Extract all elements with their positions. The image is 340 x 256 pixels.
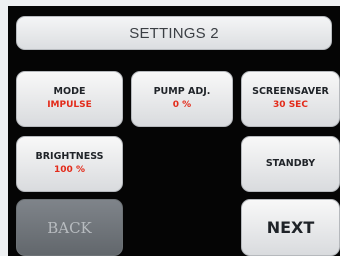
page-title-text: SETTINGS 2	[129, 24, 219, 42]
pump-adj-label: PUMP ADJ.	[153, 86, 211, 97]
screensaver-label: SCREENSAVER	[252, 86, 329, 97]
back-button[interactable]: BACK	[16, 199, 123, 256]
mode-button[interactable]: MODE IMPULSE	[16, 71, 123, 127]
mode-label: MODE	[53, 86, 86, 97]
standby-button[interactable]: STANDBY	[241, 136, 340, 192]
screensaver-value: 30 SEC	[273, 100, 308, 110]
standby-label: STANDBY	[265, 158, 316, 169]
back-label: BACK	[47, 218, 92, 237]
settings-screen: SETTINGS 2 MODE IMPULSE PUMP ADJ. 0 % SC…	[8, 6, 340, 256]
brightness-button[interactable]: BRIGHTNESS 100 %	[16, 136, 123, 192]
next-button[interactable]: NEXT	[241, 199, 340, 256]
pump-adj-value: 0 %	[172, 100, 192, 110]
brightness-value: 100 %	[54, 165, 85, 175]
next-label: NEXT	[266, 217, 315, 237]
screensaver-button[interactable]: SCREENSAVER 30 SEC	[241, 71, 340, 127]
brightness-label: BRIGHTNESS	[35, 151, 104, 162]
page-title: SETTINGS 2	[16, 16, 332, 50]
mode-value: IMPULSE	[47, 100, 92, 110]
pump-adj-button[interactable]: PUMP ADJ. 0 %	[131, 71, 233, 127]
